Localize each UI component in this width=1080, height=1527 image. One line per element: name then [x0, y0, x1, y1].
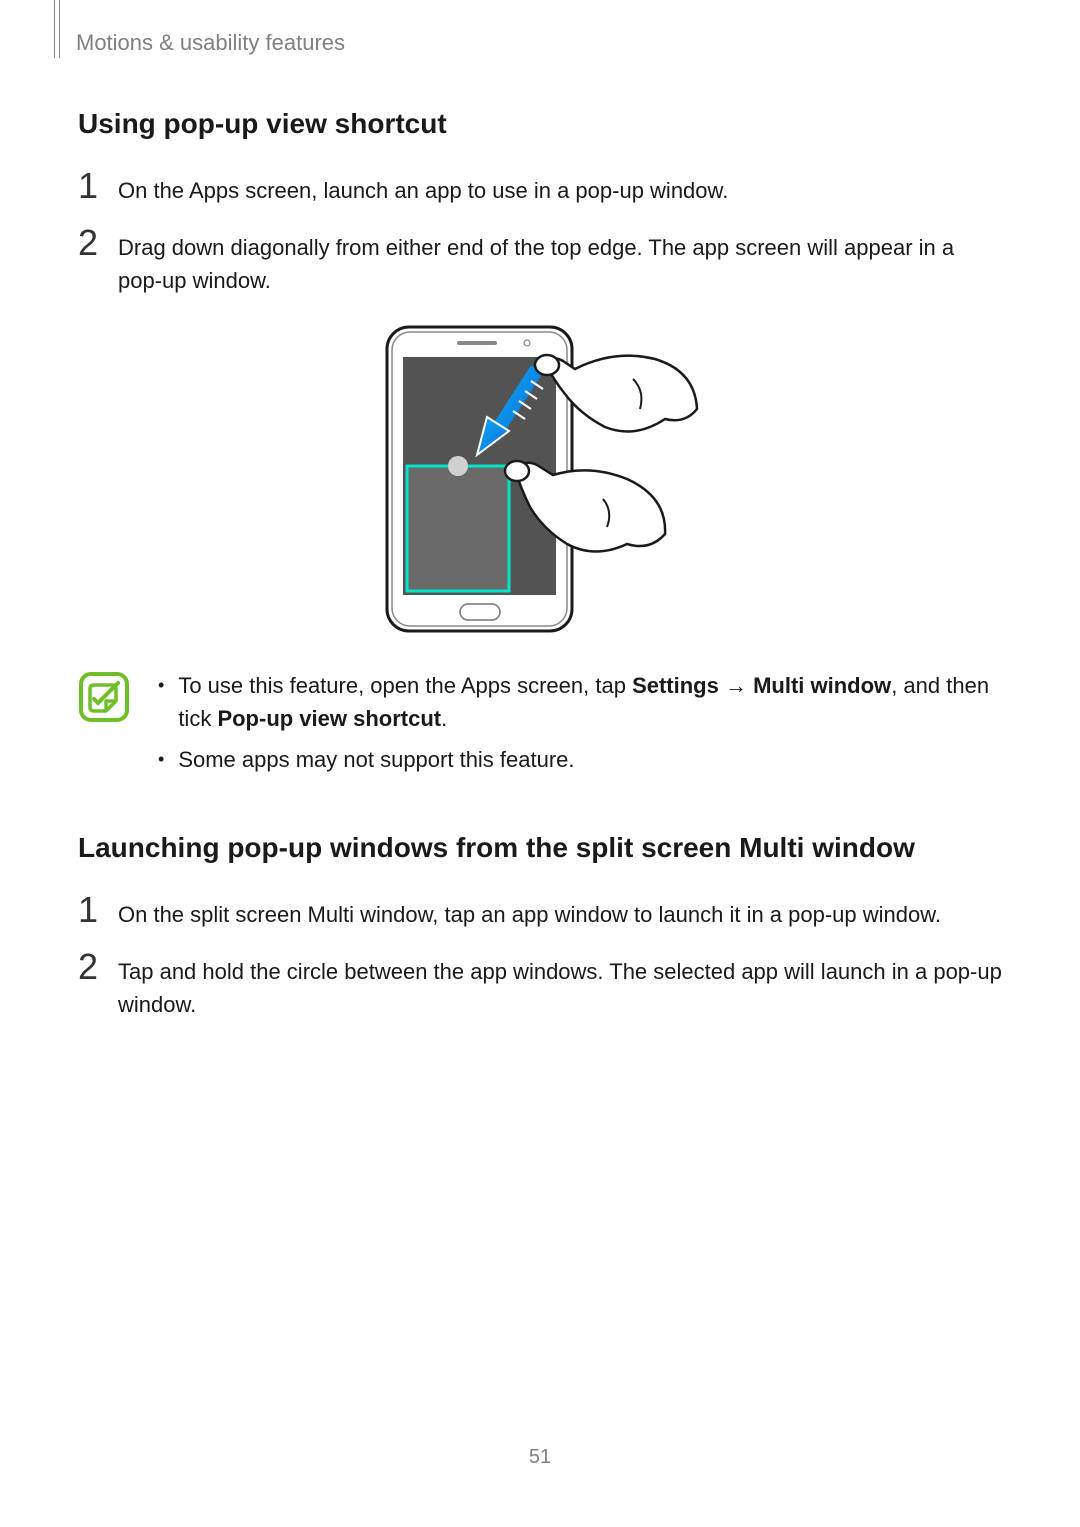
steps-list-1: 1 On the Apps screen, launch an app to u…	[78, 172, 1002, 297]
steps-list-2: 1 On the split screen Multi window, tap …	[78, 896, 1002, 1021]
bullet-dot-icon: •	[158, 743, 164, 773]
breadcrumb: Motions & usability features	[76, 30, 1002, 56]
step-text: Tap and hold the circle between the app …	[118, 953, 1002, 1021]
page-tab-marker	[54, 0, 60, 58]
section-heading-popup-shortcut: Using pop-up view shortcut	[78, 108, 1002, 140]
note-bullet: • To use this feature, open the Apps scr…	[158, 669, 1002, 735]
page-number: 51	[0, 1446, 1080, 1469]
note-icon	[78, 671, 130, 723]
step-item: 2 Tap and hold the circle between the ap…	[78, 953, 1002, 1021]
note-bullet: • Some apps may not support this feature…	[158, 743, 1002, 776]
bullet-dot-icon: •	[158, 669, 164, 699]
step-text: Drag down diagonally from either end of …	[118, 229, 1002, 297]
step-item: 1 On the Apps screen, launch an app to u…	[78, 172, 1002, 207]
step-number: 2	[78, 949, 118, 985]
step-text: On the Apps screen, launch an app to use…	[118, 172, 1002, 207]
step-number: 1	[78, 892, 118, 928]
step-number: 1	[78, 168, 118, 204]
step-item: 1 On the split screen Multi window, tap …	[78, 896, 1002, 931]
section-heading-split-screen: Launching pop-up windows from the split …	[78, 832, 1002, 864]
drag-gesture-illustration	[375, 319, 705, 639]
step-item: 2 Drag down diagonally from either end o…	[78, 229, 1002, 297]
note-text: Some apps may not support this feature.	[178, 743, 1002, 776]
step-number: 2	[78, 225, 118, 261]
illustration-container	[78, 319, 1002, 639]
note-block: • To use this feature, open the Apps scr…	[78, 669, 1002, 784]
step-text: On the split screen Multi window, tap an…	[118, 896, 1002, 931]
note-text: To use this feature, open the Apps scree…	[178, 669, 1002, 735]
